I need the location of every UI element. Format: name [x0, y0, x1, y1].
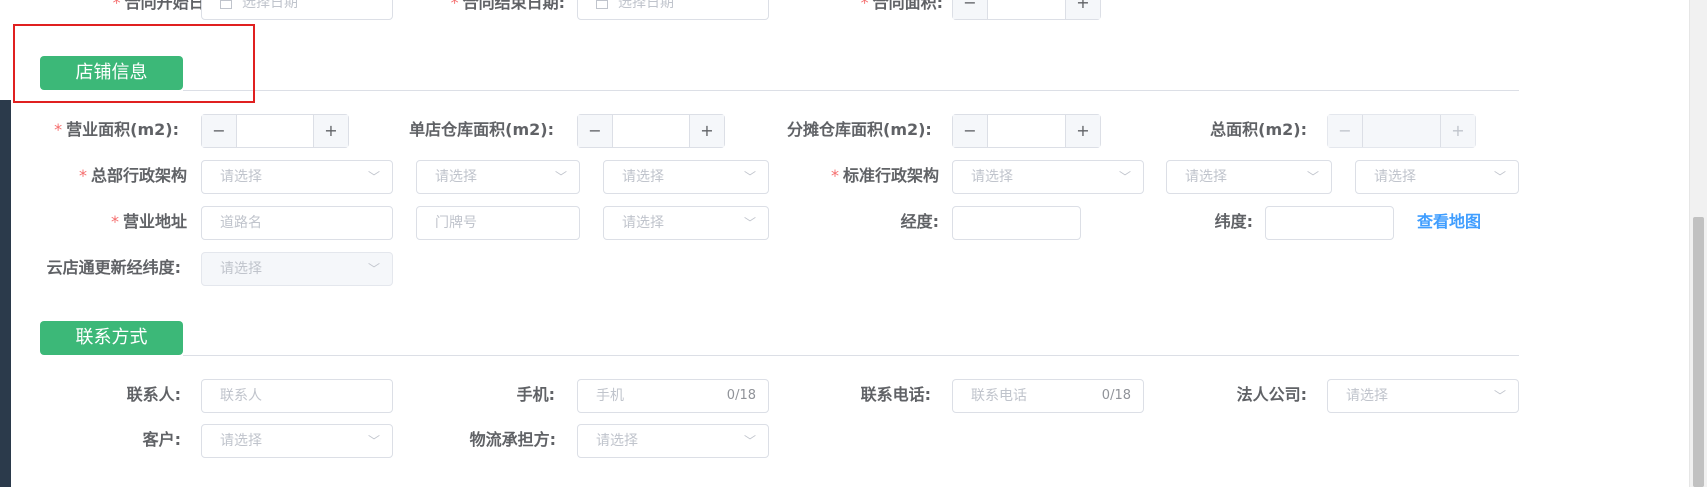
- char-count: 0/18: [1101, 388, 1131, 403]
- single-store-warehouse-area-label: 单店仓库面积(m2):: [409, 120, 554, 139]
- logistics-label: 物流承担方:: [469, 430, 556, 449]
- longitude-label: 经度:: [900, 212, 939, 231]
- mobile-input[interactable]: 手机 0/18: [577, 379, 769, 413]
- address-select[interactable]: 请选择 ﹀: [603, 206, 769, 240]
- phone-label: 联系电话:: [860, 385, 931, 404]
- std-org-select-3[interactable]: 请选择 ﹀: [1355, 160, 1519, 194]
- contract-area-stepper[interactable]: − +: [952, 0, 1101, 20]
- decrement-button[interactable]: −: [953, 115, 988, 147]
- chevron-down-icon: ﹀: [743, 216, 756, 230]
- longitude-input[interactable]: [952, 206, 1081, 240]
- house-number-input[interactable]: 门牌号: [416, 206, 580, 240]
- decrement-button[interactable]: −: [578, 115, 613, 147]
- increment-button[interactable]: +: [1065, 0, 1100, 19]
- increment-button[interactable]: +: [689, 115, 724, 147]
- customer-label: 客户:: [142, 430, 181, 449]
- business-area-stepper[interactable]: − +: [201, 114, 349, 148]
- stepper-value[interactable]: [613, 115, 689, 147]
- calendar-icon: [596, 0, 608, 9]
- section-divider: [183, 355, 1519, 356]
- view-map-link[interactable]: 查看地图: [1417, 205, 1481, 239]
- increment-button: +: [1440, 115, 1475, 147]
- total-area-label: 总面积(m2):: [1210, 120, 1307, 139]
- increment-button[interactable]: +: [1065, 115, 1100, 147]
- business-address-label: * 营业地址: [110, 212, 187, 231]
- road-name-input[interactable]: 道路名: [201, 206, 393, 240]
- stepper-value[interactable]: [988, 115, 1065, 147]
- chevron-down-icon: ﹀: [743, 434, 756, 448]
- legal-company-select[interactable]: 请选择 ﹀: [1327, 379, 1519, 413]
- std-org-label: * 标准行政架构: [830, 166, 939, 185]
- latitude-label: 纬度:: [1214, 212, 1253, 231]
- decrement-button[interactable]: −: [202, 115, 237, 147]
- highlight-annotation-box: [13, 24, 255, 103]
- shared-warehouse-area-stepper[interactable]: − +: [952, 114, 1101, 148]
- cloud-update-label: 云店通更新经纬度:: [46, 258, 181, 277]
- phone-input[interactable]: 联系电话 0/18: [952, 379, 1144, 413]
- legal-company-label: 法人公司:: [1236, 385, 1307, 404]
- sidebar-dark-strip: [0, 100, 11, 487]
- section-divider: [183, 90, 1519, 91]
- std-org-select-1[interactable]: 请选择 ﹀: [952, 160, 1144, 194]
- calendar-icon: [220, 0, 232, 9]
- contact-person-input[interactable]: 联系人: [201, 379, 393, 413]
- chevron-down-icon: ﹀: [1118, 170, 1131, 184]
- total-area-stepper: − +: [1327, 114, 1476, 148]
- contact-section-title: 联系方式: [40, 321, 183, 355]
- scrollbar-thumb[interactable]: [1693, 217, 1704, 487]
- contract-area-label: * 合同面积:: [860, 0, 943, 12]
- stepper-value[interactable]: [237, 115, 313, 147]
- hq-org-select-2[interactable]: 请选择 ﹀: [416, 160, 580, 194]
- chevron-down-icon: ﹀: [367, 170, 380, 184]
- stepper-value[interactable]: [988, 0, 1065, 19]
- form-page: * 合同开始日期: 选择日期 * 合同结束日期: 选择日期 * 合同面积: − + 店…: [11, 0, 1689, 487]
- decrement-button: −: [1328, 115, 1363, 147]
- chevron-down-icon: ﹀: [743, 170, 756, 184]
- left-sidebar-edge: [0, 0, 11, 487]
- business-area-label: * 营业面积(m2):: [54, 120, 179, 139]
- chevron-down-icon: ﹀: [367, 262, 380, 276]
- chevron-down-icon: ﹀: [367, 434, 380, 448]
- stepper-value: [1363, 115, 1440, 147]
- customer-select[interactable]: 请选择 ﹀: [201, 424, 393, 458]
- decrement-button[interactable]: −: [953, 0, 988, 19]
- contract-end-date-picker[interactable]: 选择日期: [577, 0, 769, 20]
- contract-end-date-label: * 合同结束日期:: [450, 0, 565, 12]
- increment-button[interactable]: +: [313, 115, 348, 147]
- vertical-scrollbar[interactable]: [1689, 0, 1707, 487]
- chevron-down-icon: ﹀: [1493, 170, 1506, 184]
- char-count: 0/18: [726, 388, 756, 403]
- hq-org-label: * 总部行政架构: [78, 166, 187, 185]
- shared-warehouse-area-label: 分摊仓库面积(m2):: [787, 120, 932, 139]
- mobile-label: 手机:: [516, 385, 555, 404]
- single-store-warehouse-area-stepper[interactable]: − +: [577, 114, 725, 148]
- latitude-input[interactable]: [1265, 206, 1394, 240]
- chevron-down-icon: ﹀: [1493, 389, 1506, 403]
- hq-org-select-3[interactable]: 请选择 ﹀: [603, 160, 769, 194]
- contract-start-date-picker[interactable]: 选择日期: [201, 0, 393, 20]
- hq-org-select-1[interactable]: 请选择 ﹀: [201, 160, 393, 194]
- contact-person-label: 联系人:: [126, 385, 181, 404]
- std-org-select-2[interactable]: 请选择 ﹀: [1166, 160, 1332, 194]
- cloud-update-select: 请选择 ﹀: [201, 252, 393, 286]
- chevron-down-icon: ﹀: [1306, 170, 1319, 184]
- logistics-select[interactable]: 请选择 ﹀: [577, 424, 769, 458]
- chevron-down-icon: ﹀: [554, 170, 567, 184]
